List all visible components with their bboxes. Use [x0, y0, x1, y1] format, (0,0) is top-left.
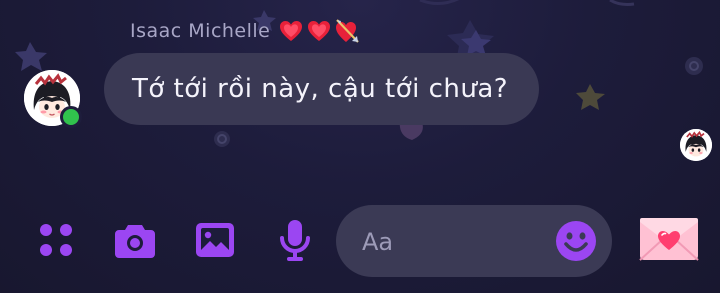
message-input-container	[336, 205, 612, 279]
more-actions-button[interactable]	[34, 218, 78, 262]
camera-button[interactable]	[113, 218, 157, 262]
heart-exclamation-emoji	[278, 18, 304, 44]
four-dots-grid-icon	[40, 224, 72, 256]
image-icon	[196, 223, 234, 257]
microphone-icon	[280, 220, 310, 261]
sender-name: Isaac Michelle	[130, 20, 271, 42]
seen-receipt-avatar	[680, 129, 712, 161]
heart-exclamation-emoji	[306, 18, 332, 44]
quick-reaction-button[interactable]	[638, 214, 700, 264]
seen-avatar-image	[680, 129, 712, 161]
smiley-icon	[556, 221, 596, 261]
camera-icon	[115, 225, 155, 258]
message-bubble[interactable]: Tớ tới rồi này, cậu tới chưa?	[104, 53, 539, 125]
sender-name-row: Isaac Michelle	[130, 16, 360, 46]
voice-button[interactable]	[273, 218, 317, 262]
emoji-button[interactable]	[555, 220, 597, 262]
gallery-button[interactable]	[193, 218, 237, 262]
heart-with-arrow-emoji	[334, 18, 360, 44]
heart-envelope-icon	[639, 218, 699, 261]
sender-avatar[interactable]	[24, 70, 82, 128]
message-input[interactable]	[360, 205, 544, 279]
online-status-dot	[60, 106, 82, 128]
message-text: Tớ tới rồi này, cậu tới chưa?	[132, 74, 509, 104]
